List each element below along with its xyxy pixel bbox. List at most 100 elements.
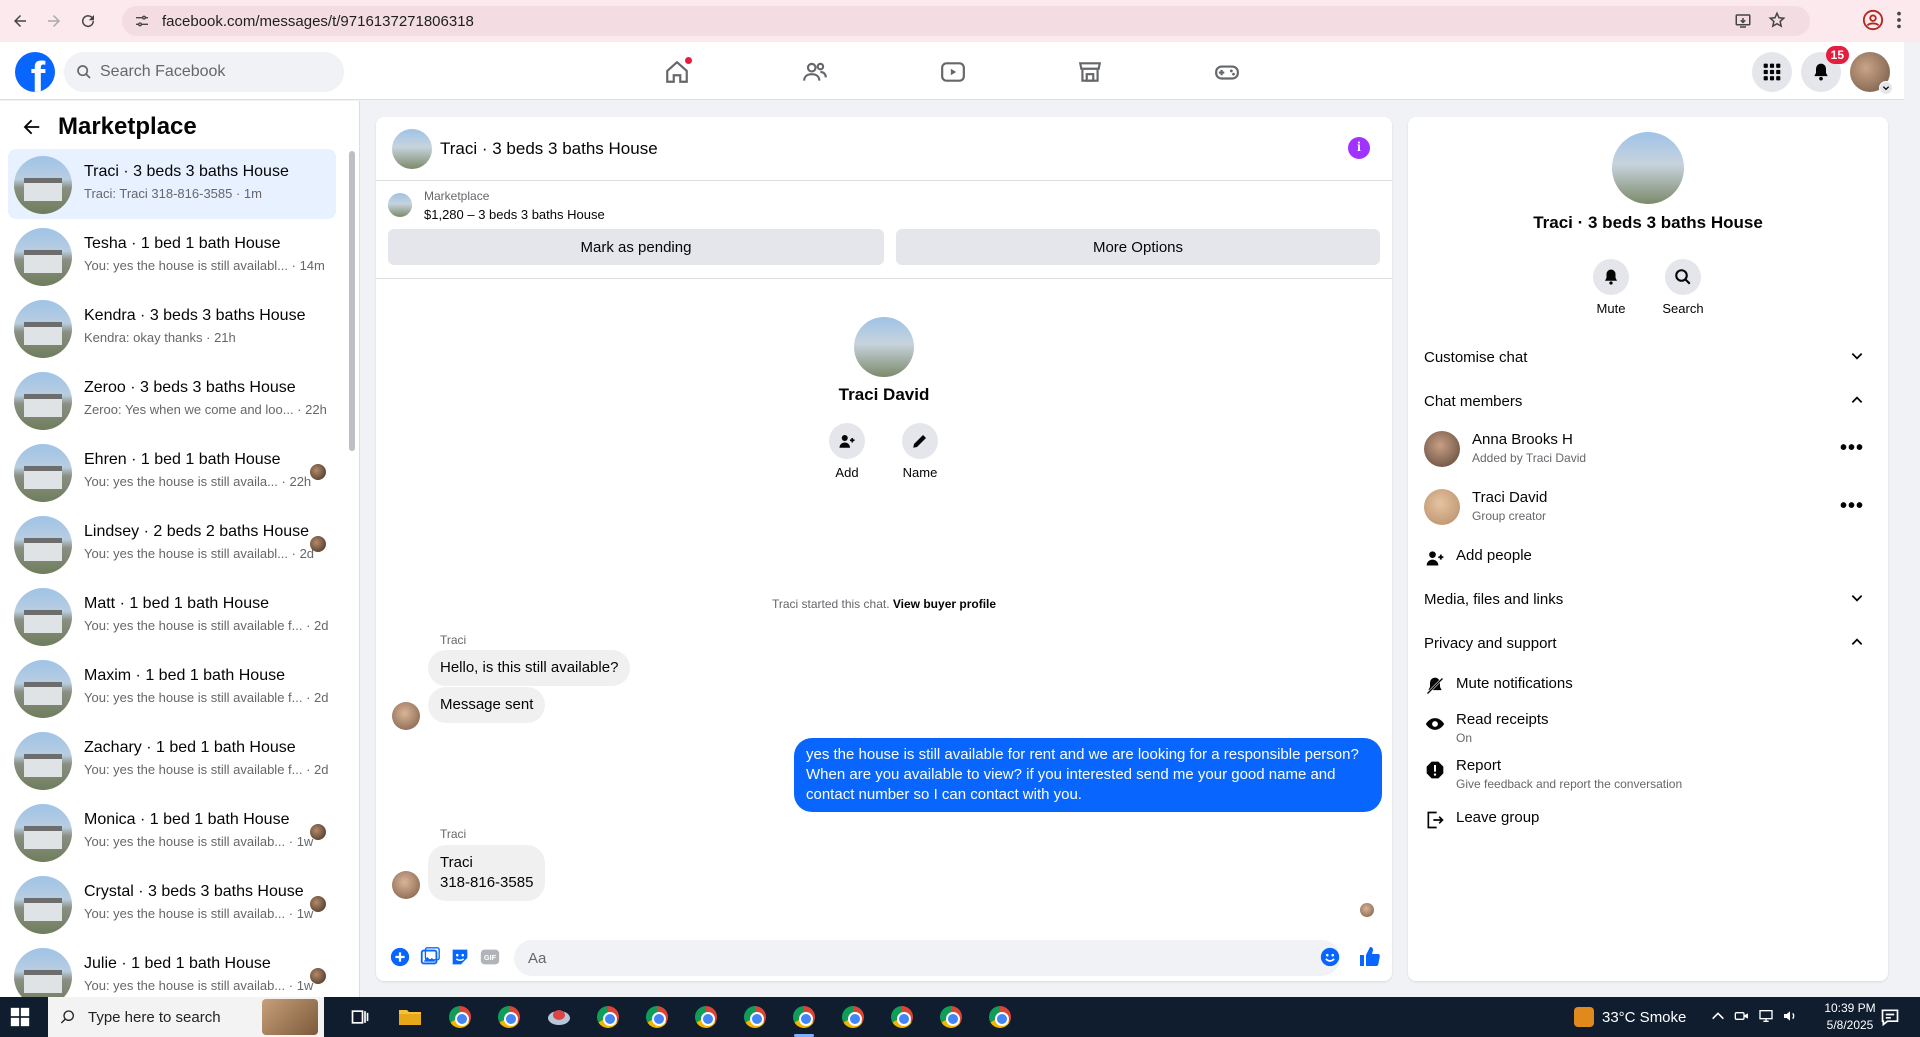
gif-icon[interactable]: GIF (478, 945, 502, 969)
privacy-support-section[interactable]: Privacy and support (1424, 623, 1872, 663)
home-nav-icon[interactable] (655, 50, 699, 94)
chrome-profile-icon[interactable] (888, 1003, 916, 1031)
conversation-item[interactable]: Crystal · 3 beds 3 baths House You: yes … (8, 869, 336, 939)
read-receipts-item[interactable]: Read receipts On (1424, 705, 1872, 749)
back-arrow-icon[interactable] (6, 7, 34, 35)
message-input[interactable] (514, 940, 1340, 976)
chrome-profile-icon[interactable] (937, 1003, 965, 1031)
chat-title[interactable]: Traci · 3 beds 3 baths House (440, 139, 658, 159)
mark-as-pending-button[interactable]: Mark as pending (388, 229, 884, 265)
conversation-item[interactable]: Kendra · 3 beds 3 baths House Kendra: ok… (8, 293, 336, 363)
taskbar-clock[interactable]: 10:39 PM 5/8/2025 (1815, 1000, 1885, 1034)
facebook-search[interactable] (64, 52, 344, 92)
conversation-item[interactable]: Zachary · 1 bed 1 bath House You: yes th… (8, 725, 336, 795)
conversation-item[interactable]: Monica · 1 bed 1 bath House You: yes the… (8, 797, 336, 867)
address-bar[interactable]: facebook.com/messages/t/9716137271806318 (122, 6, 1810, 36)
video-nav-icon[interactable] (931, 50, 975, 94)
message-bubble[interactable]: Hello, is this still available? (428, 650, 631, 686)
more-options-icon[interactable]: ••• (1840, 495, 1864, 518)
task-view-icon[interactable] (346, 1003, 374, 1031)
sidebar-scrollbar[interactable] (348, 131, 356, 991)
conversation-item[interactable]: Maxim · 1 bed 1 bath House You: yes the … (8, 653, 336, 723)
outgoing-message-bubble[interactable]: yes the house is still available for ren… (794, 738, 1382, 812)
chrome-profile-icon[interactable] (839, 1003, 867, 1031)
browser-menu-icon[interactable] (1888, 9, 1910, 31)
meet-now-icon[interactable] (1734, 1008, 1750, 1029)
notification-center-icon[interactable] (1880, 1007, 1900, 1032)
facebook-logo-icon[interactable]: f (15, 52, 55, 92)
sender-avatar[interactable] (392, 871, 420, 899)
message-bubble[interactable]: Traci 318-816-3585 (428, 845, 546, 901)
more-options-icon[interactable]: ••• (1840, 437, 1864, 460)
chrome-profile-icon[interactable] (692, 1003, 720, 1031)
volume-icon[interactable] (1782, 1008, 1798, 1029)
conversation-item[interactable]: Tesha · 1 bed 1 bath House You: yes the … (8, 221, 336, 291)
mute-label: Mute (1596, 301, 1626, 316)
info-icon[interactable]: i (1348, 137, 1370, 159)
sender-avatar[interactable] (392, 702, 420, 730)
add-people-item[interactable]: Add people (1424, 541, 1872, 577)
notifications-button[interactable]: 15 (1801, 46, 1849, 92)
conversation-item[interactable]: Matt · 1 bed 1 bath House You: yes the h… (8, 581, 336, 651)
listing-price[interactable]: $1,280 – 3 beds 3 baths House (424, 207, 605, 222)
weather-widget[interactable]: 33°C Smoke (1574, 997, 1686, 1037)
customise-chat-section[interactable]: Customise chat (1424, 337, 1872, 377)
photo-icon[interactable] (418, 945, 442, 969)
chevron-up-icon[interactable] (1710, 1008, 1726, 1029)
conversation-item[interactable]: Zeroo · 3 beds 3 baths House Zeroo: Yes … (8, 365, 336, 435)
listing-thumbnail[interactable] (388, 193, 412, 217)
chrome-profile-icon[interactable] (495, 1003, 523, 1031)
windows-start-icon[interactable] (10, 1007, 30, 1032)
listing-thumbnail (14, 372, 72, 430)
message-bubble[interactable]: Message sent (428, 687, 546, 723)
plus-circle-icon[interactable] (388, 945, 412, 969)
more-options-button[interactable]: More Options (896, 229, 1380, 265)
add-button[interactable]: Add (817, 423, 877, 480)
browser-profile-icon[interactable] (1862, 9, 1884, 31)
gaming-nav-icon[interactable] (1205, 50, 1249, 94)
name-button[interactable]: Name (890, 423, 950, 480)
report-item[interactable]: Report Give feedback and report the conv… (1424, 751, 1872, 795)
conversation-item[interactable]: Ehren · 1 bed 1 bath House You: yes the … (8, 437, 336, 507)
mute-notifications-item[interactable]: Mute notifications (1424, 669, 1872, 705)
install-app-icon[interactable] (1734, 12, 1752, 30)
chrome-profile-icon[interactable] (643, 1003, 671, 1031)
forward-arrow-icon[interactable] (40, 7, 68, 35)
conversation-item[interactable]: Julie · 1 bed 1 bath House You: yes the … (8, 941, 336, 997)
search-input[interactable] (100, 63, 320, 81)
file-explorer-icon[interactable] (396, 1003, 424, 1031)
marketplace-nav-icon[interactable] (1068, 50, 1112, 94)
taskbar-search[interactable]: Type here to search (48, 997, 324, 1037)
site-info-icon[interactable] (134, 13, 150, 29)
emoji-icon[interactable] (1318, 945, 1342, 969)
network-icon[interactable] (1758, 1008, 1774, 1029)
app-icon[interactable] (545, 1003, 573, 1031)
mute-button[interactable]: Mute (1576, 259, 1646, 316)
chrome-profile-icon[interactable] (790, 1003, 818, 1037)
bookmark-star-icon[interactable] (1768, 11, 1786, 29)
leave-group-item[interactable]: Leave group (1424, 803, 1872, 839)
thumbs-up-icon[interactable] (1358, 945, 1382, 969)
conversation-item[interactable]: Lindsey · 2 beds 2 baths House You: yes … (8, 509, 336, 579)
friends-nav-icon[interactable] (793, 50, 837, 94)
view-buyer-profile-link[interactable]: View buyer profile (893, 597, 996, 611)
sticker-icon[interactable] (448, 945, 472, 969)
member-row[interactable]: Anna Brooks H Added by Traci David ••• (1424, 423, 1872, 475)
chat-thumbnail[interactable] (392, 129, 432, 169)
conversation-snippet: You: yes the house is still availa... · … (84, 474, 312, 489)
chrome-profile-icon[interactable] (594, 1003, 622, 1031)
item-label: Add people (1456, 547, 1532, 564)
conversation-item[interactable]: Traci · 3 beds 3 baths House Traci: Trac… (8, 149, 336, 219)
scrollbar-thumb[interactable] (349, 151, 355, 451)
account-avatar[interactable] (1850, 52, 1893, 95)
chat-members-section[interactable]: Chat members (1424, 381, 1872, 421)
chrome-icon[interactable] (446, 1003, 474, 1031)
chrome-profile-icon[interactable] (741, 1003, 769, 1031)
search-in-chat-button[interactable]: Search (1648, 259, 1718, 316)
media-files-section[interactable]: Media, files and links (1424, 579, 1872, 619)
chrome-profile-icon[interactable] (986, 1003, 1014, 1031)
reload-icon[interactable] (74, 7, 102, 35)
back-arrow-icon[interactable] (20, 116, 42, 138)
menu-grid-button[interactable] (1752, 52, 1792, 92)
member-row[interactable]: Traci David Group creator ••• (1424, 481, 1872, 533)
